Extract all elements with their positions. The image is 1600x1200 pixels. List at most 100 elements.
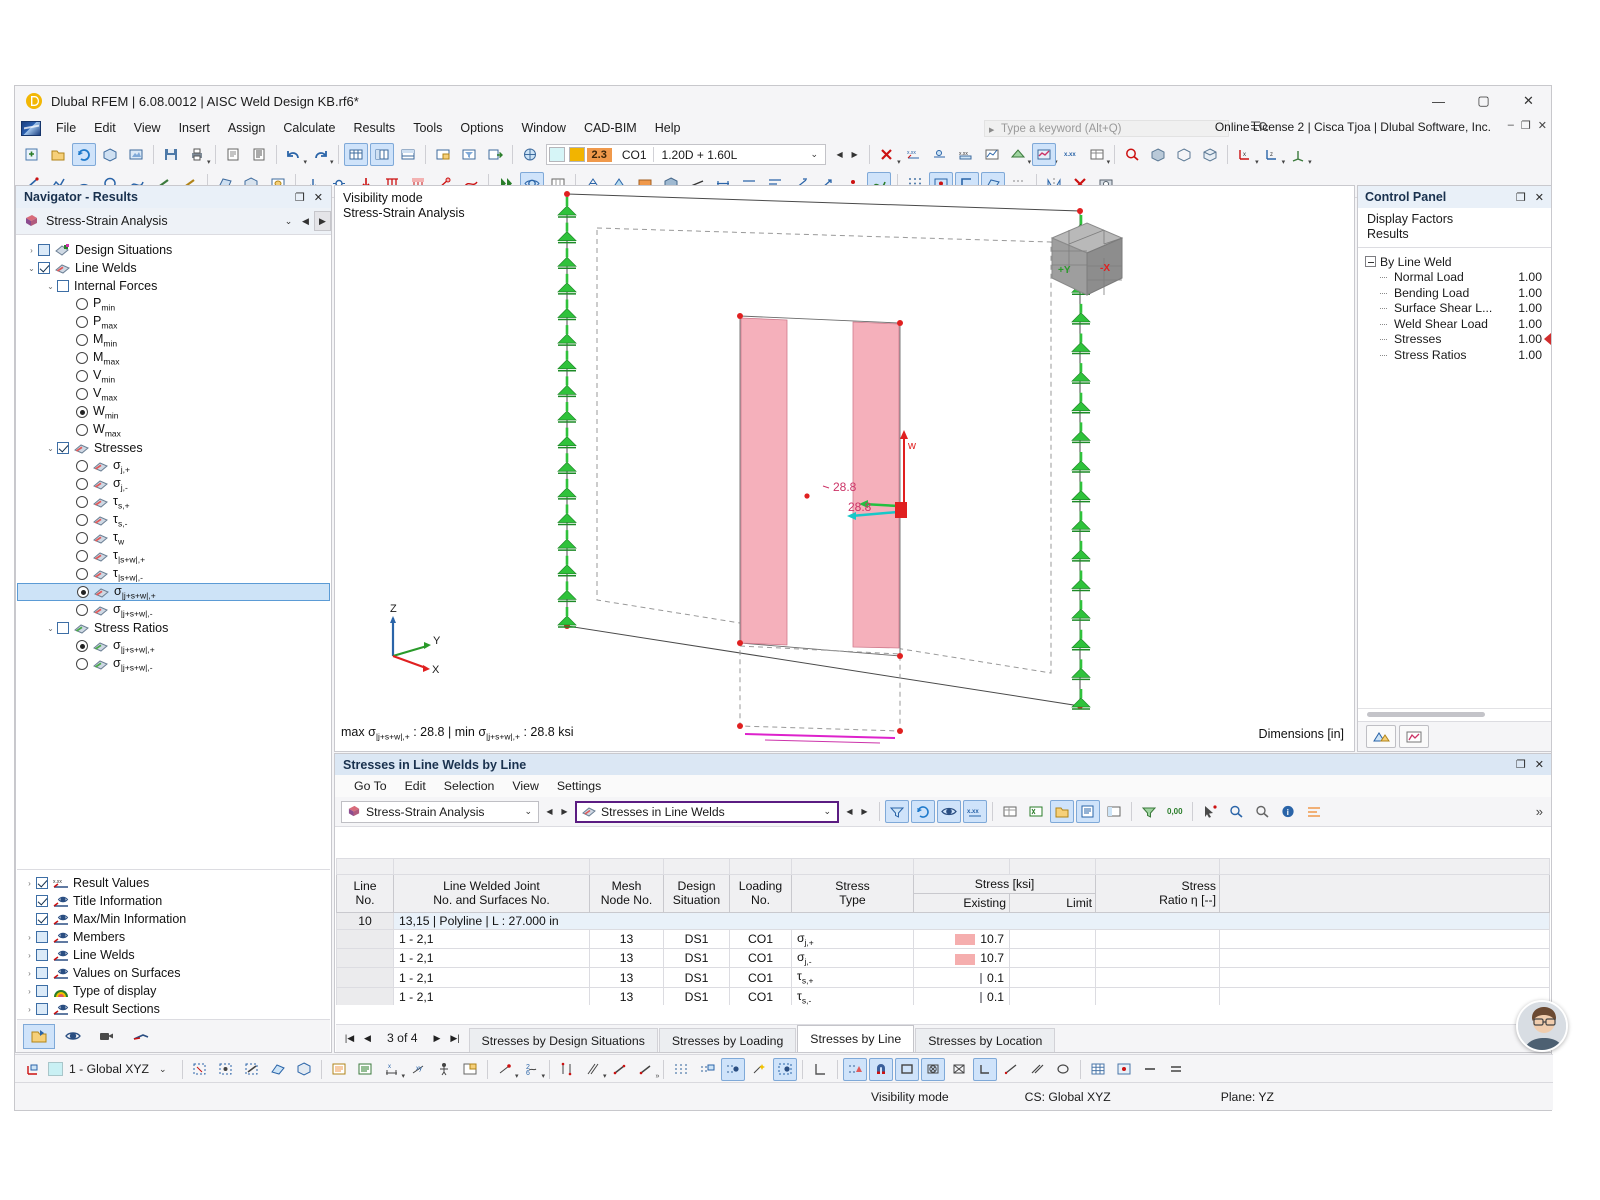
tab-stresses-by-design-situations[interactable]: Stresses by Design Situations	[469, 1028, 658, 1052]
navigation-cube[interactable]: +Y -X	[1032, 213, 1142, 313]
grid-settings-button[interactable]	[431, 143, 455, 166]
menu-item-window[interactable]: Window	[512, 118, 574, 138]
tree-radio[interactable]	[76, 460, 88, 472]
bottom-perp-button[interactable]	[608, 1058, 632, 1081]
display-factors-tab-button[interactable]	[1399, 725, 1429, 748]
menu-item-edit[interactable]: Edit	[85, 118, 125, 138]
axis-z-button[interactable]: z	[1260, 143, 1284, 166]
factor-value[interactable]: 1.00	[1507, 317, 1551, 331]
navigator-tree-item[interactable]: ›Design Situations	[17, 241, 330, 259]
bottom-select-solids-button[interactable]	[292, 1058, 316, 1081]
bottom-magnet-button[interactable]	[869, 1058, 893, 1081]
bottom-angle-button[interactable]	[634, 1058, 658, 1081]
scroll-thumb[interactable]	[1367, 712, 1485, 717]
close-button[interactable]: ✕	[1506, 86, 1551, 116]
tree-radio[interactable]	[76, 298, 88, 310]
header-stress-type[interactable]: Stress Type	[792, 874, 914, 912]
result-table-next-button[interactable]: ▶	[857, 801, 872, 823]
navigator-tree-item[interactable]: Mmax	[17, 349, 330, 367]
table-menu-settings[interactable]: Settings	[548, 777, 610, 795]
tree-expander-icon[interactable]: ›	[23, 987, 36, 996]
menu-item-assign[interactable]: Assign	[219, 118, 275, 138]
bottom-grid-visibility-button[interactable]	[721, 1058, 745, 1081]
analysis-type-combo[interactable]: Stress-Strain Analysis ⌄	[341, 801, 539, 823]
table-export-excel-button[interactable]	[1024, 800, 1048, 823]
table-undock-button[interactable]: ❐	[1516, 758, 1526, 771]
tree-expander-icon[interactable]: ›	[23, 951, 36, 960]
cell-ratio[interactable]	[1096, 929, 1220, 948]
surface-results-button[interactable]	[1006, 143, 1030, 166]
cell-loading[interactable]: CO1	[730, 968, 792, 987]
navigator-display-item[interactable]: ›x.xxResult Values	[17, 874, 330, 892]
bottom-circle-snap-button[interactable]	[1051, 1058, 1075, 1081]
tree-radio[interactable]	[76, 424, 88, 436]
cell-design-situation[interactable]: DS1	[664, 929, 730, 948]
table-row[interactable]: 1 - 2,113DS1CO1τs,-0.1	[337, 987, 1550, 1005]
navigator-display-item[interactable]: ›Values on Surfaces	[17, 964, 330, 982]
table-filter-funnel-button[interactable]	[1137, 800, 1161, 823]
collapse-icon[interactable]	[1365, 256, 1376, 267]
bottom-extend-button[interactable]	[555, 1058, 579, 1081]
bottom-corner-button[interactable]	[973, 1058, 997, 1081]
navigator-tree[interactable]: ›Design Situations⌄Line Welds⌄Internal F…	[17, 236, 330, 954]
tree-expander-icon[interactable]: ⌄	[44, 624, 57, 633]
diagram-button[interactable]	[980, 143, 1004, 166]
table-close-button[interactable]: ✕	[1535, 758, 1544, 771]
navigator-tree-item[interactable]: τs,+	[17, 493, 330, 511]
table-view-button[interactable]	[344, 143, 368, 166]
result-values-button[interactable]: x.xx	[902, 143, 926, 166]
tree-checkbox[interactable]	[36, 967, 48, 979]
table-body[interactable]: 1013,15 | Polyline | L : 27.000 in1 - 2,…	[337, 912, 1550, 1005]
keyword-search-input[interactable]: Type a keyword (Alt+Q)	[984, 120, 1229, 137]
cell-stress-type[interactable]: σj,-	[792, 949, 914, 968]
tree-radio[interactable]	[76, 406, 88, 418]
coordinate-system-selector[interactable]: 1 - Global XYZ ⌄	[46, 1058, 174, 1080]
navigator-selector-caret[interactable]: ⌄	[280, 211, 297, 231]
menu-item-insert[interactable]: Insert	[170, 118, 219, 138]
pager-last-button[interactable]: ▶|	[448, 1033, 463, 1044]
axis-x-button[interactable]: x	[1233, 143, 1257, 166]
pager-first-button[interactable]: |◀	[342, 1033, 357, 1044]
header-mesh-node[interactable]: Mesh Node No.	[590, 874, 664, 912]
tree-checkbox[interactable]	[36, 931, 48, 943]
doc-restore-icon[interactable]: ❐	[1521, 119, 1531, 132]
navigator-display-item[interactable]: ›Type of display	[17, 982, 330, 1000]
navigator-views-tab-button[interactable]	[91, 1024, 123, 1049]
navigator-tree-item[interactable]: τ|s+w|,+	[17, 547, 330, 565]
table-visibility-button[interactable]	[937, 800, 961, 823]
cell-stress-type[interactable]: τs,-	[792, 987, 914, 1005]
cell-mesh-node[interactable]: 13	[590, 929, 664, 948]
cell-existing[interactable]: 0.1	[914, 987, 1010, 1005]
factor-value[interactable]: 1.00	[1507, 270, 1551, 284]
tab-stresses-by-location[interactable]: Stresses by Location	[915, 1028, 1055, 1052]
navigator-display-item[interactable]: Title Information	[17, 892, 330, 910]
tree-checkbox[interactable]	[57, 442, 69, 454]
load-combo-dropdown-caret[interactable]: ⌄	[804, 149, 826, 160]
render-wire-button[interactable]	[1172, 143, 1196, 166]
tree-checkbox[interactable]	[38, 244, 50, 256]
tree-checkbox[interactable]	[57, 280, 69, 292]
menu-item-view[interactable]: View	[125, 118, 170, 138]
values-table-button[interactable]: x.xx	[954, 143, 978, 166]
navigator-display-tab-button[interactable]	[57, 1024, 89, 1049]
tree-radio[interactable]	[76, 604, 88, 616]
table-zoom-button[interactable]	[1250, 800, 1274, 823]
table-menu-view[interactable]: View	[503, 777, 547, 795]
bottom-grid-new-button[interactable]	[695, 1058, 719, 1081]
tree-radio[interactable]	[76, 568, 88, 580]
navigator-tree-item[interactable]: Pmin	[17, 295, 330, 313]
control-panel-factor-row[interactable]: Surface Shear L...1.00	[1358, 301, 1551, 317]
analysis-next-button[interactable]: ▶	[557, 801, 572, 823]
navigator-tree-item[interactable]: Mmin	[17, 331, 330, 349]
bottom-snap-node-button[interactable]	[493, 1058, 517, 1081]
navigator-prev-button[interactable]: ◀	[297, 211, 314, 231]
result-table-button[interactable]	[1085, 143, 1109, 166]
navigator-tree-item[interactable]: ⌄Internal Forces	[17, 277, 330, 295]
table-filter-view-button[interactable]	[885, 800, 909, 823]
cell-loading[interactable]: CO1	[730, 949, 792, 968]
tree-checkbox[interactable]	[36, 1003, 48, 1015]
pager-next-button[interactable]: ▶	[430, 1033, 445, 1044]
header-design-situation[interactable]: Design Situation	[664, 874, 730, 912]
color-scale-tab-button[interactable]	[1366, 725, 1396, 748]
navigator-tree-item[interactable]: Vmin	[17, 367, 330, 385]
